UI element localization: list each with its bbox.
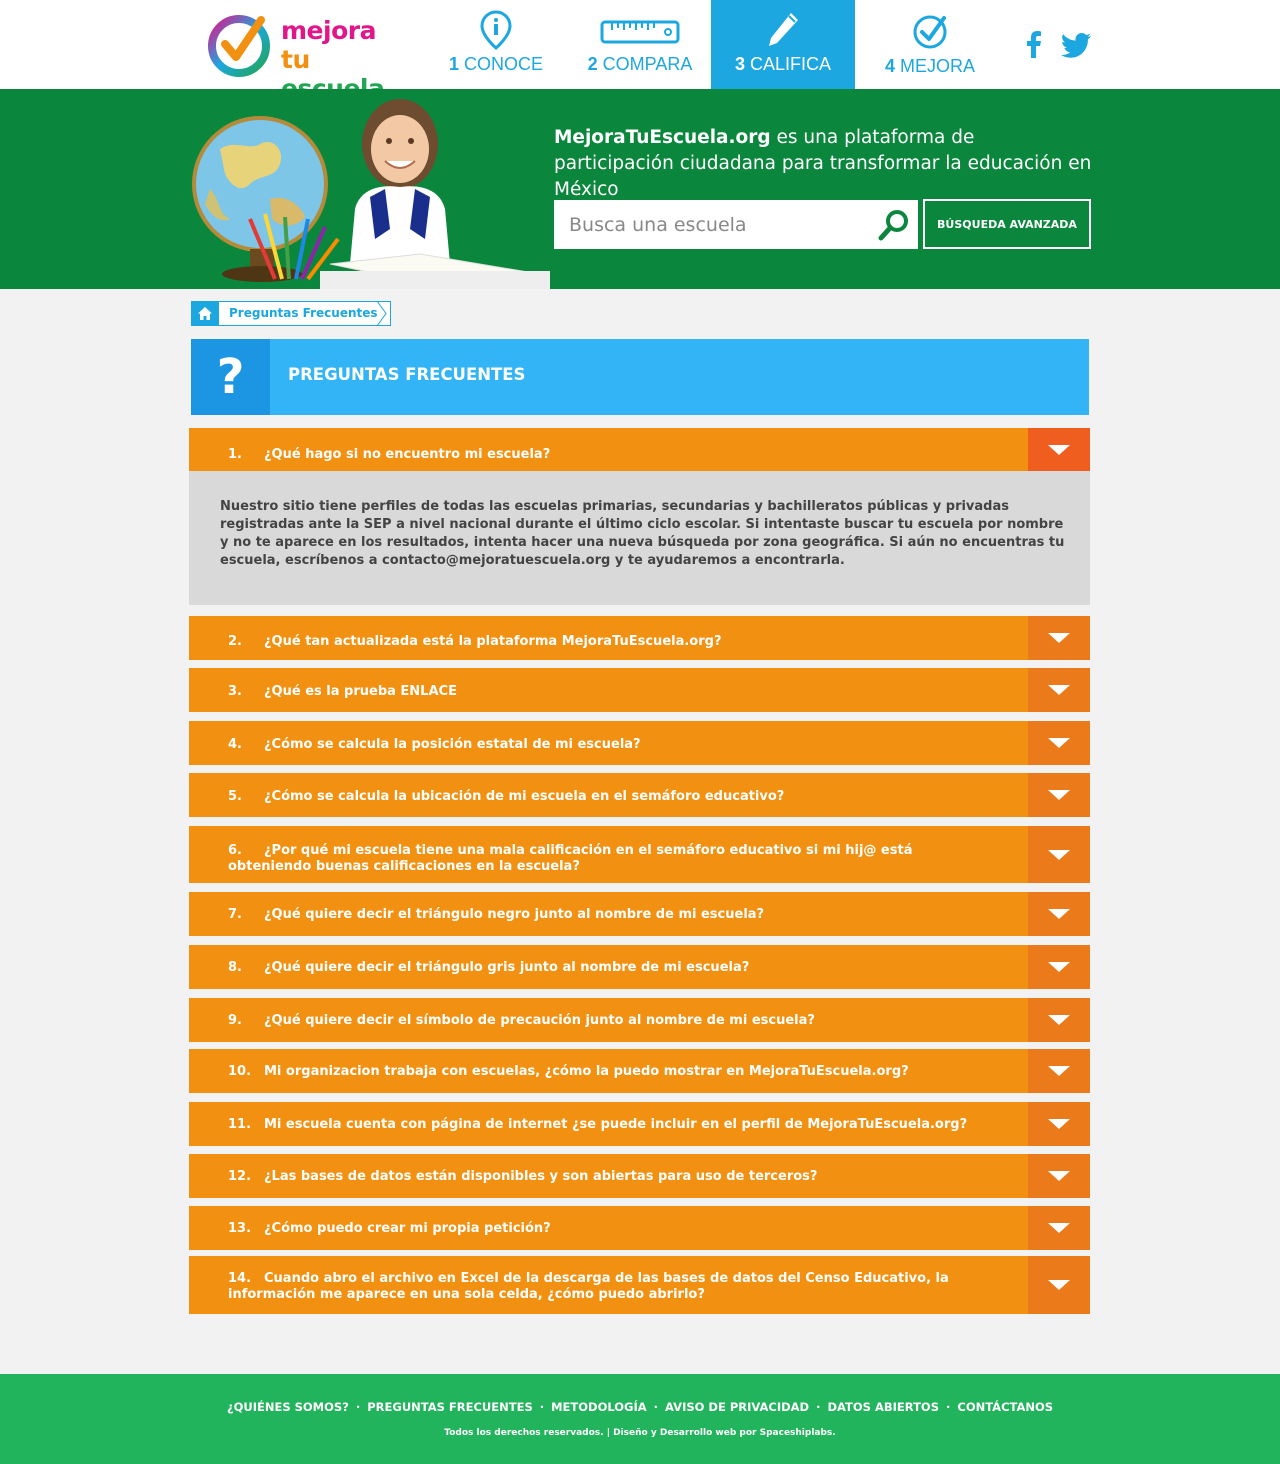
faq-question: 13. ¿Cómo puedo crear mi propia petición? [228,1221,551,1236]
faq-toggle-chevron-icon[interactable] [1028,1256,1090,1314]
faq-item-14[interactable]: 14. Cuando abro el archivo en Excel de la… [189,1256,1090,1314]
faq-item-9[interactable]: 9. ¿Qué quiere decir el símbolo de precau… [189,998,1090,1042]
hero-illustration [190,89,550,289]
footer-link-metodologia[interactable]: METODOLOGÍA [551,1400,647,1414]
footer-link-datos-abiertos[interactable]: DATOS ABIERTOS [827,1400,939,1414]
search-box [554,200,918,249]
faq-item-3[interactable]: 3. ¿Qué es la prueba ENLACE [189,668,1090,712]
footer-separator: · [946,1400,951,1414]
faq-question: 5. ¿Cómo se calcula la ubicación de mi es… [228,789,785,804]
faq-toggle-chevron-icon[interactable] [1028,721,1090,765]
footer-link-quienes-somos[interactable]: ¿QUIÉNES SOMOS? [227,1400,349,1414]
ruler-icon [568,10,712,50]
nav-label: MEJORA [900,56,976,76]
nav-compara[interactable]: 2 COMPARA [568,0,712,89]
faq-question: 14. Cuando abro el archivo en Excel de la… [228,1271,949,1302]
faq-item-2[interactable]: 2. ¿Qué tan actualizada está la plataform… [189,616,1090,660]
faq-item-12[interactable]: 12. ¿Las bases de datos están disponibles… [189,1154,1090,1198]
faq-answer-text: Nuestro sitio tiene perfiles de todas la… [220,499,1065,568]
breadcrumb-current: Preguntas Frecuentes [219,301,391,326]
faq-toggle-chevron-icon[interactable] [1028,1206,1090,1250]
logo-text-mejora: mejora [281,16,376,45]
nav-conoce[interactable]: 1 CONOCE [424,0,568,89]
faq-toggle-chevron-icon[interactable] [1028,826,1090,883]
footer-separator: · [653,1400,659,1414]
faq-question: 8. ¿Qué quiere decir el triángulo gris ju… [228,960,750,975]
search-input[interactable] [554,200,864,249]
page-title-banner: ? PREGUNTAS FRECUENTES [191,339,1089,415]
pencil-icon [711,10,855,50]
faq-item-10[interactable]: 10. Mi organizacion trabaja con escuelas,… [189,1049,1090,1093]
advanced-search-button[interactable]: BÚSQUEDA AVANZADA [923,199,1091,249]
hero-tagline: MejoraTuEscuela.org es una plataforma de… [554,127,1092,200]
faq-toggle-chevron-icon[interactable] [1028,428,1090,471]
faq-toggle-chevron-icon[interactable] [1028,998,1090,1042]
faq-question: 10. Mi organizacion trabaja con escuelas,… [228,1064,909,1079]
faq-toggle-chevron-icon[interactable] [1028,1049,1090,1093]
page-title: PREGUNTAS FRECUENTES [288,365,526,384]
faq-question: 12. ¿Las bases de datos están disponibles… [228,1169,818,1184]
faq-item-11[interactable]: 11. Mi escuela cuenta con página de inter… [189,1102,1090,1146]
faq-question: 9. ¿Qué quiere decir el símbolo de precau… [228,1013,815,1028]
search-icon[interactable] [878,209,910,245]
faq-toggle-chevron-icon[interactable] [1028,616,1090,660]
footer-separator: · [539,1400,545,1414]
breadcrumb-arrow-icon [377,301,387,326]
nav-label: CONOCE [464,54,544,74]
footer-nav: ¿QUIÉNES SOMOS? · PREGUNTAS FRECUENTES · MET… [0,1400,1280,1414]
home-icon[interactable] [191,301,219,326]
faq-question: 3. ¿Qué es la prueba ENLACE [228,684,457,699]
site-footer: ¿QUIÉNES SOMOS? · PREGUNTAS FRECUENTES · MET… [0,1374,1280,1464]
nav-label: COMPARA [602,54,693,74]
hero-banner: MejoraTuEscuela.org es una plataforma de… [0,89,1280,289]
footer-link-preguntas-frecuentes[interactable]: PREGUNTAS FRECUENTES [367,1400,533,1414]
logo-check-icon [208,15,270,77]
faq-question: 1. ¿Qué hago si no encuentro mi escuela? [228,447,551,462]
faq-toggle-chevron-icon[interactable] [1028,892,1090,936]
faq-question: 2. ¿Qué tan actualizada está la plataform… [228,634,722,649]
question-icon: ? [191,339,270,415]
faq-item-6[interactable]: 6. ¿Por qué mi escuela tiene una mala cal… [189,826,1090,883]
faq-item-1[interactable]: 1. ¿Qué hago si no encuentro mi escuela? [189,428,1090,471]
faq-answer-1: Nuestro sitio tiene perfiles de todas la… [189,471,1090,605]
faq-item-13[interactable]: 13. ¿Cómo puedo crear mi propia petición? [189,1206,1090,1250]
nav-mejora[interactable]: 4 MEJORA [858,0,1002,89]
faq-item-7[interactable]: 7. ¿Qué quiere decir el triángulo negro j… [189,892,1090,936]
faq-item-8[interactable]: 8. ¿Qué quiere decir el triángulo gris ju… [189,945,1090,989]
check-circle-icon [858,10,1002,50]
nav-label: CALIFICA [750,54,832,74]
facebook-icon[interactable] [1024,30,1042,62]
footer-link-contactanos[interactable]: CONTÁCTANOS [957,1400,1053,1414]
faq-toggle-chevron-icon[interactable] [1028,1102,1090,1146]
faq-item-4[interactable]: 4. ¿Cómo se calcula la posición estatal d… [189,721,1090,765]
footer-separator: · [355,1400,361,1414]
info-pin-icon [424,10,568,50]
site-header: mejora tu escuela 1 CONOCE 2 COMPARA 3 C… [0,0,1280,103]
nav-califica[interactable]: 3 CALIFICA [711,0,855,89]
footer-separator: · [816,1400,821,1414]
faq-question: 4. ¿Cómo se calcula la posición estatal d… [228,737,641,752]
faq-question: 6. ¿Por qué mi escuela tiene una mala cal… [228,843,913,874]
faq-item-5[interactable]: 5. ¿Cómo se calcula la ubicación de mi es… [189,773,1090,817]
faq-toggle-chevron-icon[interactable] [1028,668,1090,712]
footer-copyright: Todos los derechos reservados. | Diseño … [444,1428,836,1438]
twitter-icon[interactable] [1061,33,1091,63]
footer-link-aviso-privacidad[interactable]: AVISO DE PRIVACIDAD [665,1400,809,1414]
faq-question: 11. Mi escuela cuenta con página de inter… [228,1117,968,1132]
faq-question: 7. ¿Qué quiere decir el triángulo negro j… [228,907,765,922]
faq-toggle-chevron-icon[interactable] [1028,773,1090,817]
faq-toggle-chevron-icon[interactable] [1028,1154,1090,1198]
faq-toggle-chevron-icon[interactable] [1028,945,1090,989]
site-logo[interactable]: mejora tu escuela [205,10,415,103]
